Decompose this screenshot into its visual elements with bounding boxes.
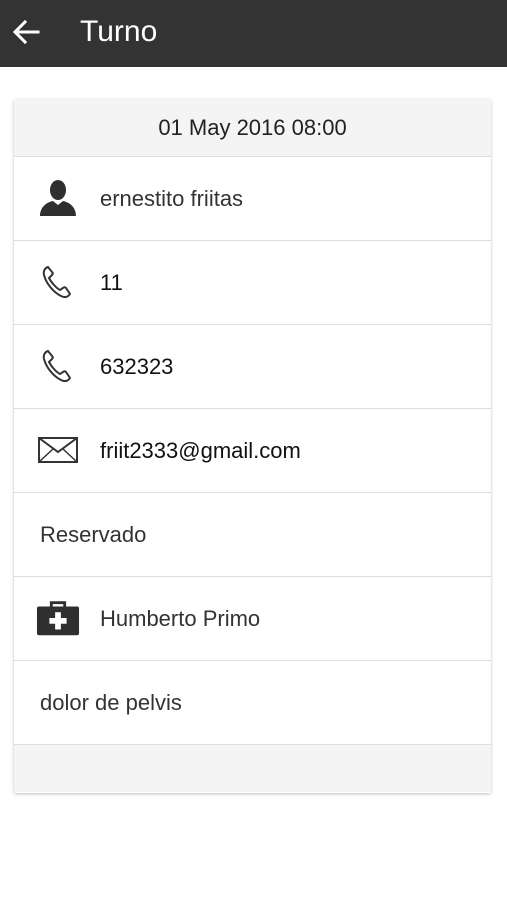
- phone-row-2[interactable]: 632323: [14, 325, 491, 409]
- card-footer: [14, 745, 491, 792]
- phone-icon: [36, 260, 80, 304]
- doctor-row[interactable]: Humberto Primo: [14, 577, 491, 661]
- person-icon: [36, 176, 80, 220]
- phone-icon: [36, 344, 80, 388]
- phone-row-1[interactable]: 11: [14, 241, 491, 325]
- appointment-card: 01 May 2016 08:00 ernestito friitas 11 6…: [14, 99, 491, 793]
- arrow-back-icon: [12, 19, 40, 45]
- reason-row: dolor de pelvis: [14, 661, 491, 745]
- email-row[interactable]: friit2333@gmail.com: [14, 409, 491, 493]
- page-title: Turno: [80, 15, 158, 48]
- reason-text: dolor de pelvis: [40, 689, 182, 715]
- appointment-datetime: 01 May 2016 08:00: [14, 99, 491, 157]
- doctor-name: Humberto Primo: [100, 605, 261, 631]
- back-button[interactable]: [6, 12, 46, 52]
- status-row: Reservado: [14, 493, 491, 577]
- envelope-icon: [36, 428, 80, 472]
- medical-kit-icon: [36, 596, 80, 640]
- email-address: friit2333@gmail.com: [100, 437, 301, 463]
- app-bar: Turno: [0, 0, 507, 67]
- patient-name: ernestito friitas: [100, 185, 244, 211]
- phone-number-2: 632323: [100, 353, 174, 379]
- phone-number-1: 11: [100, 269, 123, 295]
- patient-name-row[interactable]: ernestito friitas: [14, 157, 491, 241]
- status-text: Reservado: [40, 521, 147, 547]
